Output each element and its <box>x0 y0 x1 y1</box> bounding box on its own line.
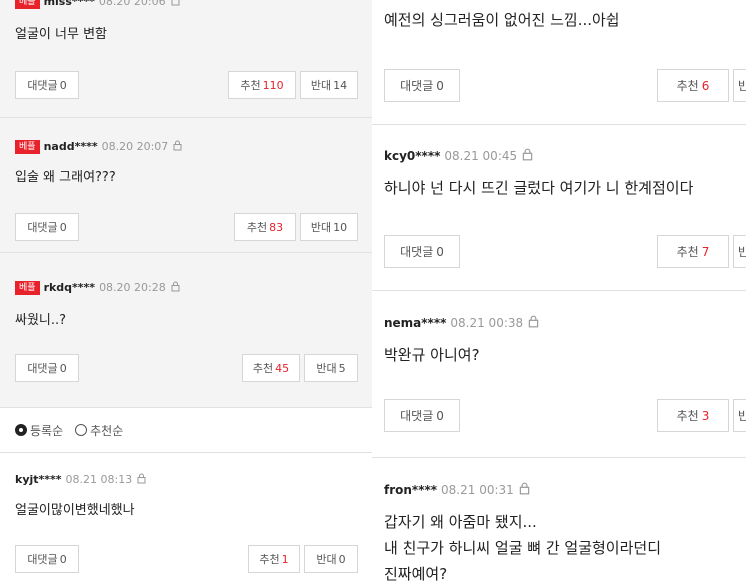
comment: nema**** 08.21 00:38 박완규 아니여? 대댓글 0 추천 3 반 <box>372 291 746 458</box>
left-comment-panel: 베플 miss**** 08.20 20:06 얼굴이 너무 변함 대댓글 0 추천 1… <box>0 0 372 586</box>
reply-button[interactable]: 대댓글 0 <box>15 213 79 241</box>
lock-icon[interactable] <box>136 473 147 487</box>
downvote-button[interactable]: 반대 0 <box>304 545 358 573</box>
lock-icon[interactable] <box>170 281 181 295</box>
comment: fron**** 08.21 00:31 갑자기 왜 아줌마 됐지... 내 친구… <box>372 458 746 586</box>
upvote-button[interactable]: 추천 83 <box>234 213 296 241</box>
best-badge: 베플 <box>15 0 40 9</box>
comment-time: 08.21 08:13 <box>65 473 133 486</box>
comment-author[interactable]: rkdq**** <box>44 281 96 294</box>
comment: 예전의 싱그러움이 없어진 느낌...아쉽 대댓글 0 추천 6 반 <box>372 0 746 125</box>
comment-meta: 베플 nadd**** 08.20 20:07 <box>15 140 183 154</box>
downvote-button[interactable]: 반 <box>733 69 746 102</box>
sort-options: 등록순 추천순 <box>0 408 372 453</box>
reply-button[interactable]: 대댓글 0 <box>15 545 79 573</box>
lock-icon[interactable] <box>527 315 540 331</box>
reply-button[interactable]: 대댓글 0 <box>384 399 460 432</box>
downvote-button[interactable]: 반대 10 <box>300 213 358 241</box>
comment-time: 08.20 20:07 <box>101 140 169 153</box>
upvote-button[interactable]: 추천 7 <box>657 235 729 268</box>
comment: kcy0**** 08.21 00:45 하니야 넌 다시 뜨긴 글렀다 여기가 … <box>372 125 746 291</box>
comment-text: 입술 왜 그래여??? <box>15 170 116 185</box>
comment-text: 싸웠니..? <box>15 313 67 328</box>
reply-button[interactable]: 대댓글 0 <box>15 71 79 99</box>
comment-text-line: 진짜예여? <box>384 565 448 583</box>
sort-by-date-radio[interactable]: 등록순 <box>15 422 63 439</box>
comment-text: 박완규 아니여? <box>384 346 480 364</box>
best-badge: 베플 <box>15 140 40 154</box>
comment-meta: kcy0**** 08.21 00:45 <box>384 148 534 164</box>
comment-text: 예전의 싱그러움이 없어진 느낌...아쉽 <box>384 11 620 29</box>
lock-icon[interactable] <box>172 140 183 154</box>
lock-icon[interactable] <box>521 148 534 164</box>
reply-button[interactable]: 대댓글 0 <box>384 235 460 268</box>
comment-time: 08.21 00:38 <box>450 316 524 330</box>
comment: kyjt**** 08.21 08:13 얼굴이많이변했네했나 대댓글 0 추천 1 … <box>0 453 372 586</box>
comment-time: 08.21 00:31 <box>441 483 514 497</box>
comment-text: 얼굴이 너무 변함 <box>15 27 107 42</box>
comment-author[interactable]: miss**** <box>44 0 95 8</box>
radio-selected-icon <box>15 424 27 436</box>
comment-meta: fron**** 08.21 00:31 <box>384 482 531 498</box>
downvote-button[interactable]: 반 <box>733 399 746 432</box>
upvote-button[interactable]: 추천 45 <box>242 354 300 382</box>
comment-time: 08.21 00:45 <box>444 149 518 163</box>
reply-button[interactable]: 대댓글 0 <box>15 354 79 382</box>
comment-time: 08.20 20:06 <box>98 0 166 8</box>
lock-icon[interactable] <box>518 482 531 498</box>
comment-author[interactable]: kyjt**** <box>15 473 62 486</box>
radio-unselected-icon <box>75 424 88 436</box>
best-badge: 베플 <box>15 281 40 295</box>
upvote-button[interactable]: 추천 110 <box>228 71 296 99</box>
comment-text-line: 내 친구가 하니씨 얼굴 뼈 간 얼굴형이라던디 <box>384 539 662 557</box>
best-comment: 베플 nadd**** 08.20 20:07 입술 왜 그래여??? 대댓글 0 추… <box>0 118 372 253</box>
upvote-button[interactable]: 추천 6 <box>657 69 729 102</box>
upvote-button[interactable]: 추천 3 <box>657 399 729 432</box>
comment-meta: 베플 rkdq**** 08.20 20:28 <box>15 281 181 295</box>
lock-icon[interactable] <box>170 0 181 9</box>
downvote-button[interactable]: 반 <box>733 235 746 268</box>
comment-author[interactable]: nema**** <box>384 316 446 330</box>
sort-by-likes-radio[interactable]: 추천순 <box>75 422 123 439</box>
best-comment: 베플 miss**** 08.20 20:06 얼굴이 너무 변함 대댓글 0 추천 1… <box>0 0 372 118</box>
best-comment: 베플 rkdq**** 08.20 20:28 싸웠니..? 대댓글 0 추천 45 반… <box>0 253 372 408</box>
reply-button[interactable]: 대댓글 0 <box>384 69 460 102</box>
comment-meta: 베플 miss**** 08.20 20:06 <box>15 0 181 9</box>
right-comment-panel: 예전의 싱그러움이 없어진 느낌...아쉽 대댓글 0 추천 6 반 kcy0***… <box>372 0 746 586</box>
downvote-button[interactable]: 반대 14 <box>300 71 358 99</box>
comment-text-line: 갑자기 왜 아줌마 됐지... <box>384 513 537 531</box>
comment-text: 하니야 넌 다시 뜨긴 글렀다 여기가 니 한계점이다 <box>384 179 694 197</box>
comment-author[interactable]: kcy0**** <box>384 149 440 163</box>
upvote-button[interactable]: 추천 1 <box>248 545 300 573</box>
comment-meta: kyjt**** 08.21 08:13 <box>15 473 147 487</box>
downvote-button[interactable]: 반대 5 <box>304 354 358 382</box>
comment-author[interactable]: fron**** <box>384 483 437 497</box>
comment-meta: nema**** 08.21 00:38 <box>384 315 540 331</box>
comment-author[interactable]: nadd**** <box>44 140 98 153</box>
comment-time: 08.20 20:28 <box>99 281 166 294</box>
comment-text: 얼굴이많이변했네했나 <box>15 503 135 518</box>
